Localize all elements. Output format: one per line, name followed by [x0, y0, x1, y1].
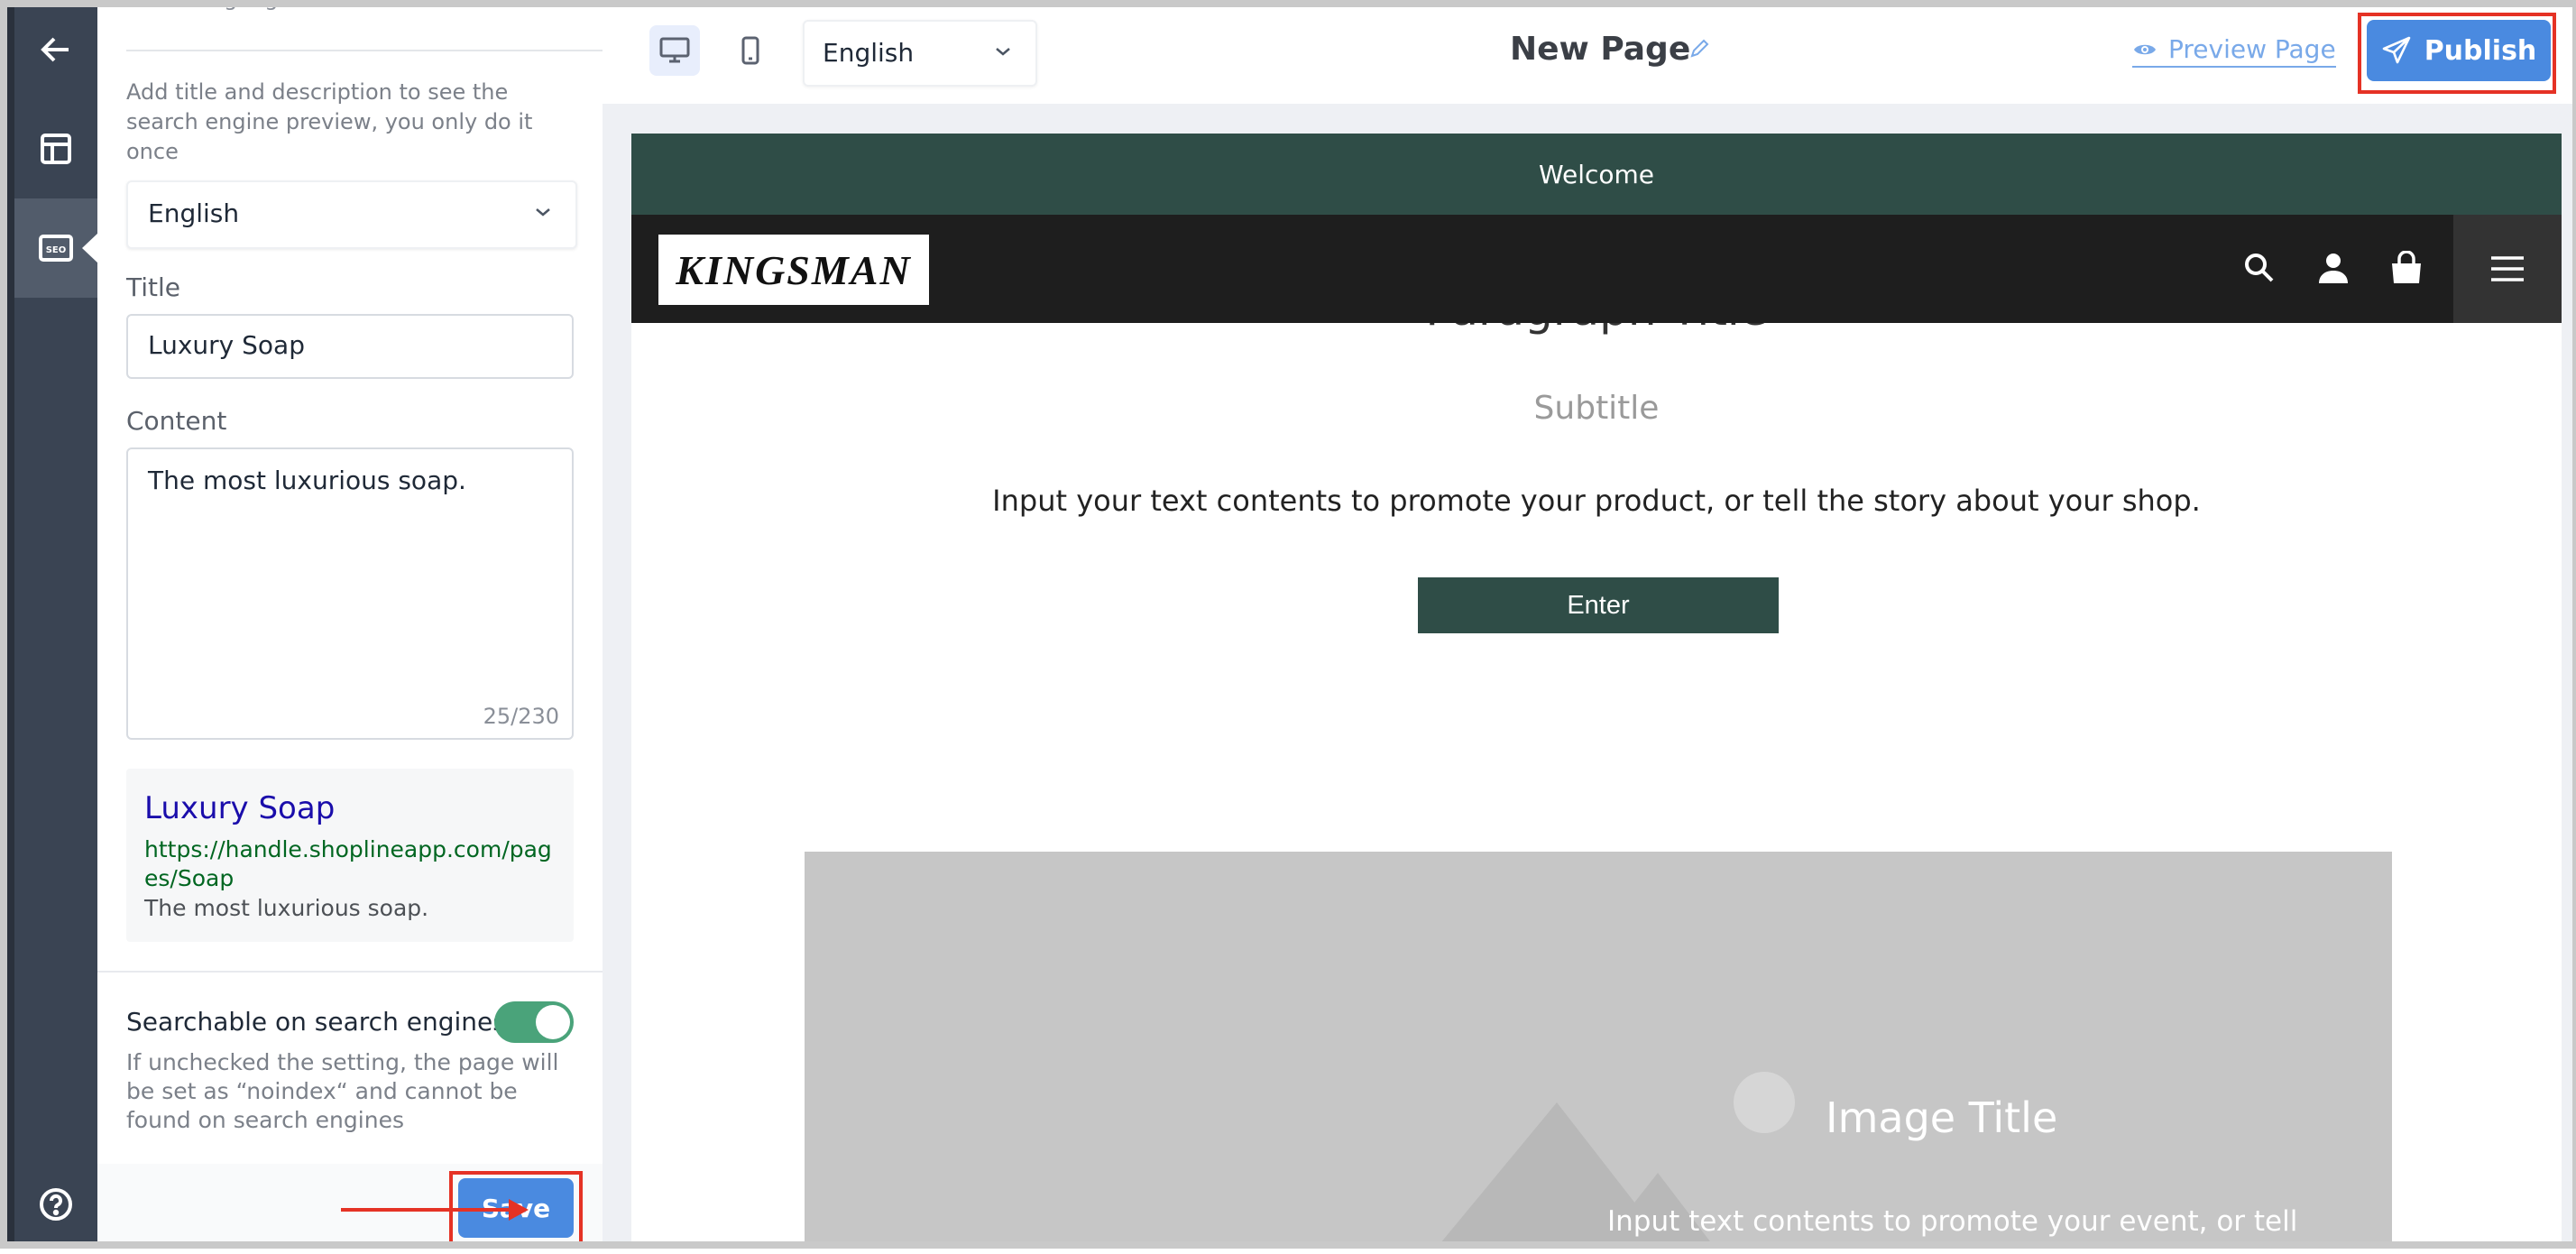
enter-button[interactable]: Enter — [1418, 577, 1779, 633]
seo-description: Add title and description to see the sea… — [126, 79, 533, 164]
hamburger-menu-icon — [2491, 256, 2524, 281]
truncated-heading: other languages — [126, 0, 303, 11]
editor-main: English New Page Preview Page Publish We… — [603, 0, 2576, 1249]
search-preview-title: Luxury Soap — [144, 790, 336, 826]
search-preview-url: https://handle.shoplineapp.com/pages/Soa… — [144, 836, 552, 891]
left-rail: SEO — [0, 0, 98, 1249]
seo-language-select[interactable]: English — [126, 180, 577, 249]
seo-content-textarea[interactable]: The most luxurious soap. 25/230 — [126, 447, 574, 740]
seo-icon: SEO — [39, 235, 73, 262]
mobile-icon — [741, 36, 759, 65]
pencil-icon[interactable] — [1688, 38, 1710, 60]
store-navbar: KINGSMAN — [631, 215, 2562, 323]
publish-highlight-box — [2358, 13, 2556, 94]
seo-language-value: English — [148, 198, 240, 228]
seo-title-input[interactable]: Luxury Soap — [126, 314, 574, 379]
seo-button[interactable]: SEO — [14, 198, 98, 298]
annotation-arrow-head — [509, 1199, 529, 1221]
chevron-down-icon — [536, 208, 550, 217]
toggle-knob — [536, 1005, 570, 1039]
help-button[interactable] — [14, 1155, 97, 1254]
search-preview-description: The most luxurious soap. — [144, 895, 429, 921]
searchable-toggle[interactable] — [494, 1001, 574, 1043]
hamburger-menu-button[interactable] — [2453, 215, 2562, 323]
shopping-bag-icon[interactable] — [2388, 251, 2424, 285]
desktop-icon — [659, 37, 690, 63]
content-label: Content — [126, 406, 227, 436]
preview-page-link[interactable]: Preview Page — [2132, 34, 2336, 68]
chevron-down-icon — [996, 48, 1010, 56]
desktop-view-button[interactable] — [649, 25, 700, 76]
body-text: Input your text contents to promote your… — [992, 484, 2201, 518]
layout-icon — [41, 134, 71, 164]
user-icon[interactable] — [2316, 251, 2351, 285]
editor-toolbar: English New Page Preview Page Publish — [603, 0, 2576, 104]
page-preview-canvas[interactable]: Welcome Paragraph Title KINGSMAN Subtitl… — [631, 134, 2562, 1249]
seo-panel: other languages Add title and descriptio… — [97, 0, 603, 1249]
search-preview: Luxury Soap https://handle.shoplineapp.c… — [126, 769, 574, 942]
language-select-value: English — [823, 38, 915, 68]
mobile-view-button[interactable] — [725, 25, 776, 76]
searchable-label: Searchable on search engines — [126, 1007, 506, 1037]
annotation-arrow-line — [341, 1208, 512, 1212]
seo-title-value: Luxury Soap — [148, 330, 305, 360]
section-divider — [97, 971, 603, 973]
help-icon — [40, 1188, 72, 1221]
page-title[interactable]: New Page — [1510, 31, 1690, 68]
image-text: Input text contents to promote your even… — [1607, 1205, 2298, 1238]
seo-content-value: The most luxurious soap. — [148, 466, 466, 495]
image-placeholder-icon — [1436, 1072, 1795, 1249]
language-select[interactable]: English — [803, 20, 1037, 87]
svg-text:SEO: SEO — [46, 245, 67, 255]
back-button[interactable] — [14, 0, 97, 99]
welcome-banner: Welcome — [631, 134, 2562, 215]
layout-button[interactable] — [14, 99, 97, 198]
search-icon[interactable] — [2242, 251, 2277, 285]
preview-page-label: Preview Page — [2168, 34, 2336, 64]
title-label: Title — [126, 272, 181, 302]
store-logo[interactable]: KINGSMAN — [658, 235, 929, 305]
character-count: 25/230 — [483, 704, 559, 729]
rail-edge — [0, 0, 14, 1249]
eye-icon — [2134, 44, 2156, 54]
back-arrow-icon — [41, 37, 69, 62]
subtitle: Subtitle — [1533, 390, 1660, 427]
image-placeholder[interactable]: Image Title Input text contents to promo… — [805, 852, 2392, 1249]
searchable-hint: If unchecked the setting, the page will … — [126, 1049, 559, 1133]
image-title: Image Title — [1826, 1093, 2058, 1142]
